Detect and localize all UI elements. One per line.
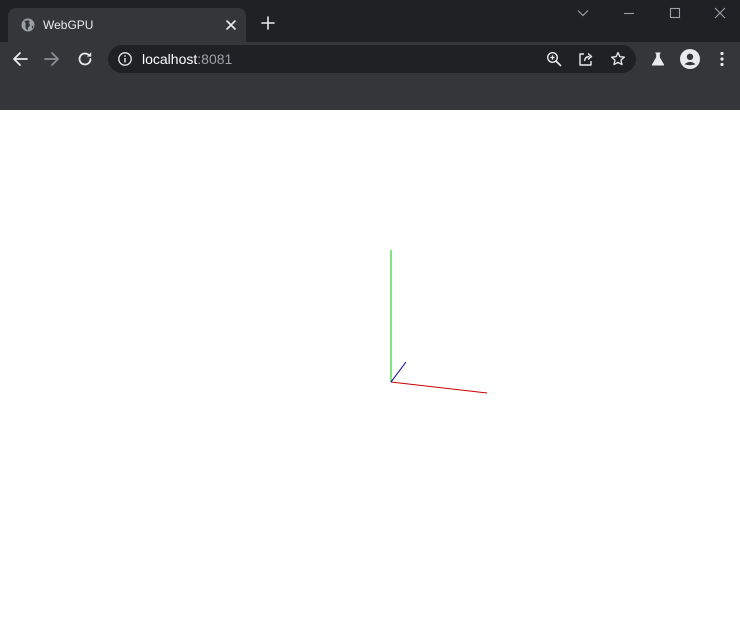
globe-icon [20,17,36,33]
plus-icon [261,16,275,30]
forward-button[interactable] [39,46,65,72]
tab-title: WebGPU [43,18,94,32]
tab-webgpu[interactable]: WebGPU [8,8,246,42]
x-axis-line [390,381,488,394]
minimize-icon [624,12,634,15]
arrow-left-icon [13,52,28,66]
close-icon[interactable] [222,16,240,34]
back-button[interactable] [7,46,33,72]
close-window-button[interactable] [697,0,740,26]
flask-icon [651,52,665,66]
tab-search-button[interactable] [560,0,606,26]
tab-strip: WebGPU [0,0,740,42]
url-text[interactable]: localhost:8081 [142,51,232,67]
menu-button[interactable] [709,46,735,72]
kebab-menu-icon [720,51,724,67]
z-axis-line [390,361,407,383]
toolbar-spacer [0,76,740,110]
share-icon[interactable] [577,50,595,68]
webgpu-canvas[interactable] [0,110,740,630]
url-port: :8081 [197,51,233,67]
minimize-button[interactable] [606,0,652,26]
maximize-button[interactable] [652,0,698,26]
extensions-button[interactable] [645,46,671,72]
profile-button[interactable] [677,46,703,72]
info-icon[interactable] [117,51,133,67]
new-tab-button[interactable] [256,11,280,35]
url-host: localhost [142,51,198,67]
profile-icon [680,49,700,69]
browser-window: WebGPU localhost:8081 [0,0,740,630]
toolbar: localhost:8081 [0,42,740,76]
close-icon [714,7,726,19]
star-icon[interactable] [609,50,627,68]
reload-button[interactable] [72,46,98,72]
page-viewport [0,110,740,630]
chevron-down-icon [577,10,589,17]
zoom-in-icon[interactable] [545,50,563,68]
maximize-icon [669,7,681,19]
reload-icon [78,52,92,66]
address-bar[interactable]: localhost:8081 [108,45,636,73]
arrow-right-icon [44,52,59,66]
